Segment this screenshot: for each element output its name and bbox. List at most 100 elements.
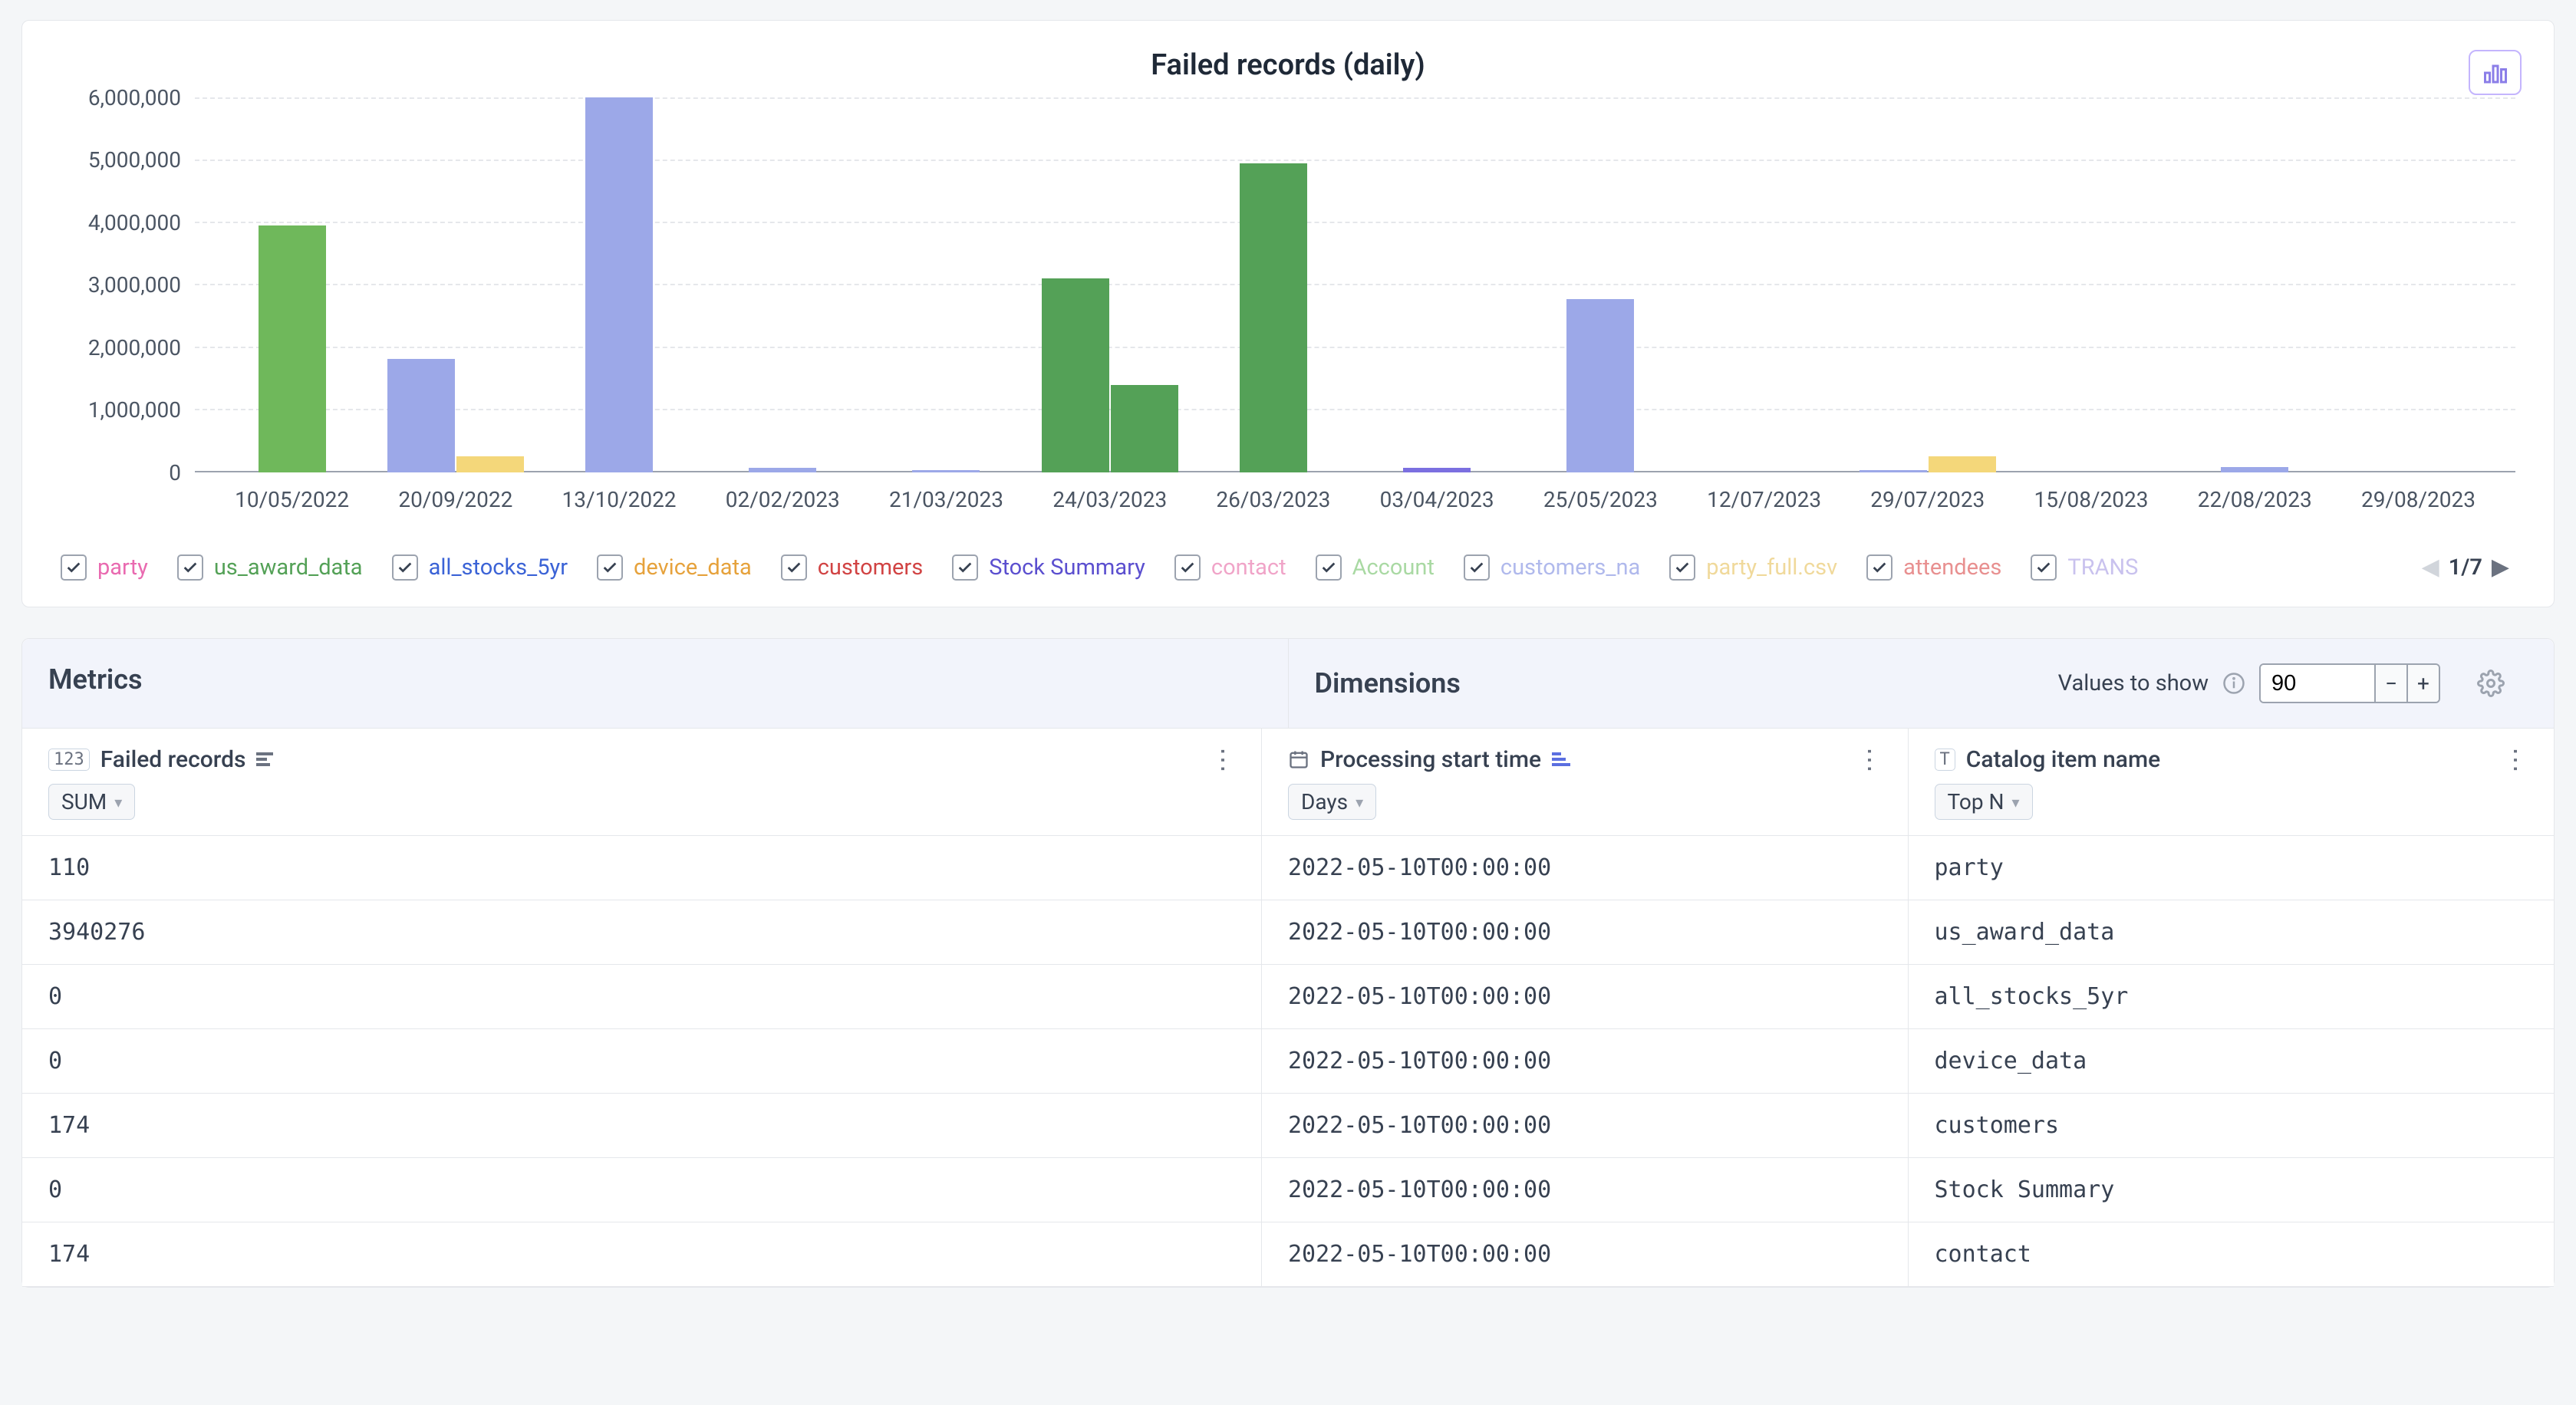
time-column-menu-button[interactable]: ⋯ [1854, 747, 1885, 772]
legend-checkbox[interactable] [1174, 554, 1201, 581]
metric-column-title: Failed records [100, 746, 246, 773]
catalog-cell: us_award_data [1909, 900, 2555, 964]
legend-label: contact [1211, 554, 1286, 581]
bar-group[interactable] [1519, 97, 1682, 472]
values-to-show-stepper[interactable]: − + [2259, 663, 2440, 703]
x-tick: 22/08/2023 [2173, 487, 2337, 512]
bar-group[interactable] [1846, 97, 2009, 472]
bar-group[interactable] [865, 97, 1028, 472]
legend-checkbox[interactable] [1669, 554, 1695, 581]
bar-group[interactable] [1028, 97, 1191, 472]
table-row[interactable]: 39402762022-05-10T00:00:00us_award_data [22, 900, 2554, 965]
x-tick: 29/07/2023 [1846, 487, 2009, 512]
table-row[interactable]: 1742022-05-10T00:00:00customers [22, 1094, 2554, 1158]
legend-item[interactable]: Account [1316, 554, 1450, 581]
chart-bar[interactable] [912, 470, 980, 472]
chart-bar[interactable] [387, 359, 455, 472]
values-to-show-input[interactable] [2261, 665, 2374, 702]
legend-label: attendees [1903, 554, 2001, 581]
legend-checkbox[interactable] [952, 554, 978, 581]
metric-column-menu-button[interactable]: ⋯ [1207, 747, 1238, 772]
chart-bar[interactable] [2221, 467, 2288, 472]
legend-item[interactable]: party_full.csv [1669, 554, 1853, 581]
info-icon[interactable] [2222, 672, 2245, 695]
stepper-minus-button[interactable]: − [2374, 665, 2406, 702]
legend-checkbox[interactable] [597, 554, 623, 581]
legend-checkbox[interactable] [177, 554, 203, 581]
metrics-header: Metrics [22, 639, 1289, 728]
chart-bar[interactable] [1860, 470, 1927, 472]
legend-checkbox[interactable] [781, 554, 807, 581]
legend-label: Stock Summary [989, 554, 1145, 581]
legend-item[interactable]: contact [1174, 554, 1302, 581]
time-agg-selector[interactable]: Days▾ [1288, 784, 1376, 820]
legend-checkbox[interactable] [392, 554, 418, 581]
values-to-show-label: Values to show [2058, 670, 2209, 696]
legend-item[interactable]: customers [781, 554, 938, 581]
legend-checkbox[interactable] [2031, 554, 2057, 581]
bar-group[interactable] [1682, 97, 1846, 472]
bar-group[interactable] [2009, 97, 2172, 472]
text-type-badge: T [1935, 749, 1955, 771]
chart-type-toggle-button[interactable] [2469, 50, 2522, 95]
chart-bar[interactable] [585, 97, 653, 472]
x-tick: 13/10/2022 [537, 487, 700, 512]
chart-card: Failed records (daily) 6,000,0005,000,00… [21, 20, 2555, 607]
catalog-column-menu-button[interactable]: ⋯ [2500, 747, 2531, 772]
sort-asc-icon[interactable] [1552, 752, 1570, 766]
chart-bar[interactable] [1111, 385, 1178, 472]
table-row[interactable]: 02022-05-10T00:00:00device_data [22, 1029, 2554, 1094]
chart-bar[interactable] [1403, 468, 1471, 472]
legend-item[interactable]: customers_na [1464, 554, 1655, 581]
legend-label: device_data [634, 554, 752, 581]
legend-checkbox[interactable] [1866, 554, 1892, 581]
chart-bar[interactable] [259, 225, 326, 472]
table-row[interactable]: 02022-05-10T00:00:00all_stocks_5yr [22, 965, 2554, 1029]
bar-group[interactable] [1356, 97, 1519, 472]
legend-item[interactable]: party [61, 554, 163, 581]
x-tick: 25/05/2023 [1519, 487, 1682, 512]
legend-next-button[interactable]: ▶ [2492, 554, 2509, 581]
chart-bar[interactable] [456, 456, 524, 472]
legend-checkbox[interactable] [1316, 554, 1342, 581]
legend-checkbox[interactable] [61, 554, 87, 581]
y-axis: 6,000,0005,000,0004,000,0003,000,0002,00… [61, 97, 195, 538]
catalog-cell: Stock Summary [1909, 1158, 2555, 1222]
chart-bar[interactable] [1929, 456, 1996, 472]
legend-item[interactable]: Stock Summary [952, 554, 1161, 581]
legend-item[interactable]: all_stocks_5yr [392, 554, 583, 581]
legend-item[interactable]: device_data [597, 554, 767, 581]
time-cell: 2022-05-10T00:00:00 [1262, 1029, 1909, 1093]
metric-cell: 3940276 [22, 900, 1262, 964]
bar-group[interactable] [210, 97, 374, 472]
table-row[interactable]: 1742022-05-10T00:00:00contact [22, 1222, 2554, 1287]
legend-prev-button[interactable]: ◀ [2422, 554, 2439, 581]
chart-bar[interactable] [1042, 278, 1109, 472]
bar-group[interactable] [701, 97, 865, 472]
legend-page-indicator: 1/7 [2449, 554, 2482, 581]
bar-group[interactable] [537, 97, 700, 472]
x-tick: 24/03/2023 [1028, 487, 1191, 512]
chart-bar[interactable] [1566, 299, 1634, 472]
bar-group[interactable] [374, 97, 537, 472]
metric-agg-selector[interactable]: SUM▾ [48, 784, 135, 820]
stepper-plus-button[interactable]: + [2406, 665, 2439, 702]
legend-item[interactable]: us_award_data [177, 554, 378, 581]
gear-icon[interactable] [2477, 670, 2505, 697]
bar-group[interactable] [2173, 97, 2337, 472]
table-row[interactable]: 1102022-05-10T00:00:00party [22, 836, 2554, 900]
bar-group[interactable] [1191, 97, 1355, 472]
bar-group[interactable] [2337, 97, 2500, 472]
table-row[interactable]: 02022-05-10T00:00:00Stock Summary [22, 1158, 2554, 1222]
chart-bar[interactable] [1240, 163, 1307, 472]
legend-label: Account [1352, 554, 1435, 581]
time-cell: 2022-05-10T00:00:00 [1262, 900, 1909, 964]
catalog-cell: party [1909, 836, 2555, 900]
chart-bar[interactable] [749, 468, 816, 472]
sort-desc-icon[interactable] [256, 752, 273, 766]
legend-item[interactable]: TRANS [2031, 554, 2153, 581]
legend-item[interactable]: attendees [1866, 554, 2017, 581]
catalog-agg-selector[interactable]: Top N▾ [1935, 784, 2033, 820]
legend-checkbox[interactable] [1464, 554, 1490, 581]
legend-label: us_award_data [214, 554, 363, 581]
